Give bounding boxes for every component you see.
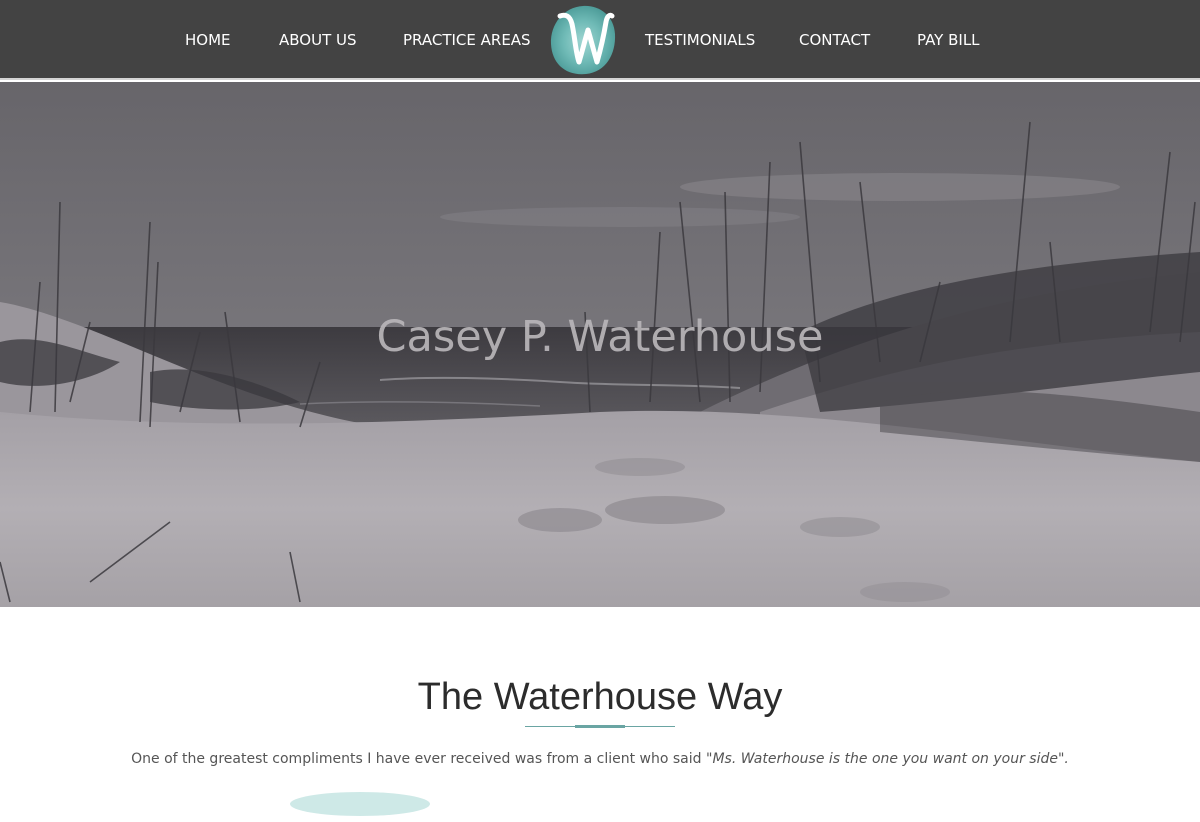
- watercolor-w-logo-icon: [550, 5, 616, 75]
- intro-paragraph: One of the greatest compliments I have e…: [0, 751, 1200, 767]
- top-navigation: HOME ABOUT US PRACTICE AREAS TESTIMONIAL…: [0, 0, 1200, 80]
- title-divider-accent: [575, 725, 625, 728]
- intro-text: One of the greatest compliments I have e…: [131, 751, 706, 767]
- hero-title: Casey P. Waterhouse: [376, 312, 824, 362]
- section-title: The Waterhouse Way: [417, 676, 783, 718]
- watercolor-swash-icon: [290, 792, 430, 816]
- nav-about-us[interactable]: ABOUT US: [279, 30, 357, 50]
- intro-quote: "Ms. Waterhouse is the one you want on y…: [706, 751, 1069, 767]
- nav-contact[interactable]: CONTACT: [799, 30, 870, 50]
- nav-pay-bill[interactable]: PAY BILL: [917, 30, 980, 50]
- nav-testimonials[interactable]: TESTIMONIALS: [645, 30, 755, 50]
- nav-home[interactable]: HOME: [185, 30, 231, 50]
- logo-link[interactable]: [548, 4, 618, 76]
- nav-practice-areas[interactable]: PRACTICE AREAS: [403, 30, 531, 50]
- hero-banner: Casey P. Waterhouse: [0, 82, 1200, 607]
